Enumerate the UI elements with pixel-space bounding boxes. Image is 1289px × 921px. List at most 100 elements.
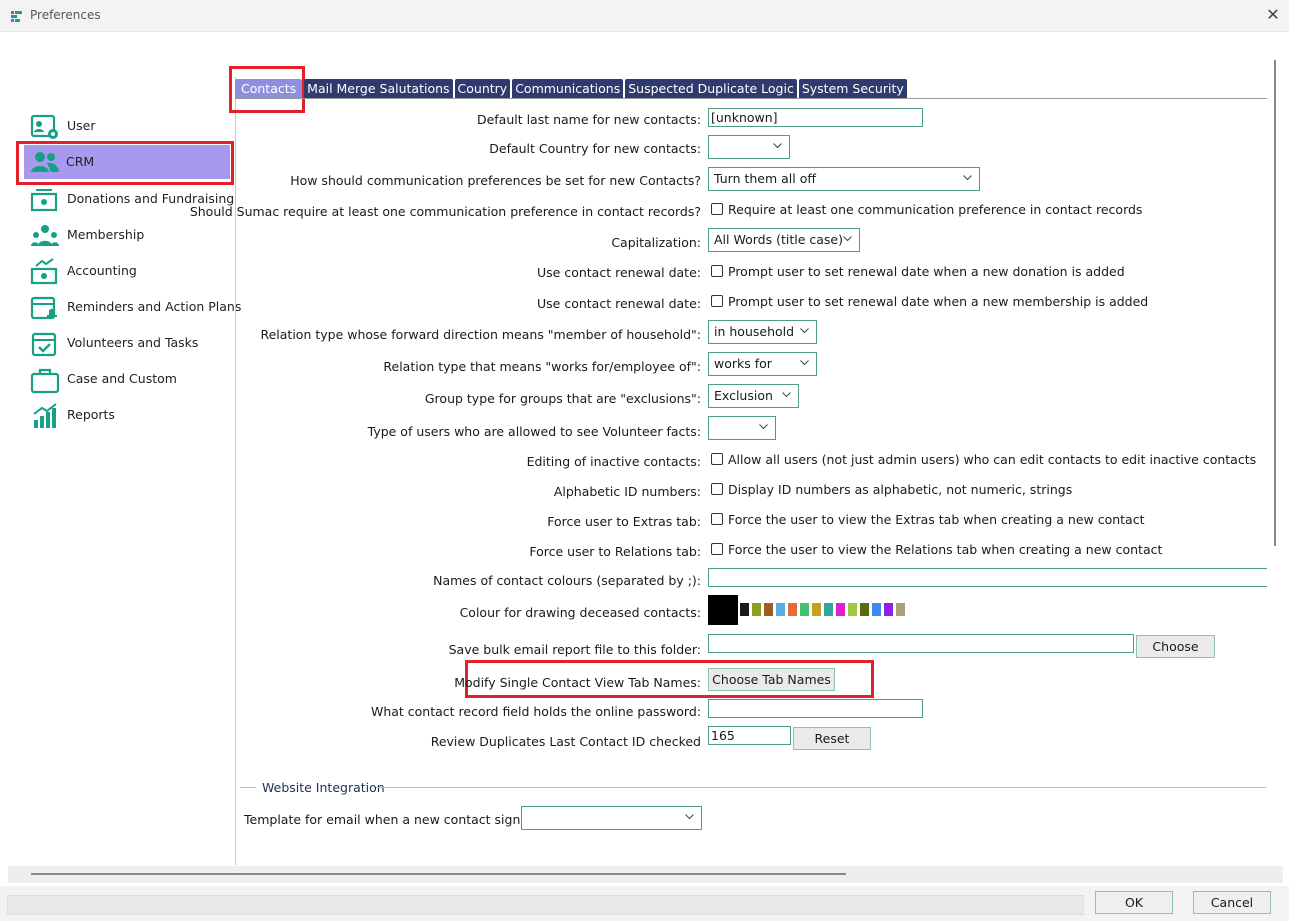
bulk-email-folder-input[interactable]	[708, 634, 1134, 653]
exclusion-group-value: Exclusion	[714, 388, 773, 403]
comm-prefs-select[interactable]: Turn them all off	[708, 167, 980, 191]
choose-folder-button[interactable]: Choose	[1136, 635, 1215, 658]
sidebar-item-reports[interactable]: Reports	[30, 399, 230, 431]
checkbox-box[interactable]	[711, 483, 723, 495]
cancel-button[interactable]: Cancel	[1193, 891, 1271, 914]
tab-suspected-duplicate-logic[interactable]: Suspected Duplicate Logic	[625, 79, 797, 98]
tab-country[interactable]: Country	[454, 79, 511, 98]
renewal-donation-checkbox[interactable]: Prompt user to set renewal date when a n…	[711, 264, 1125, 279]
inactive-editing-label: Editing of inactive contacts:	[526, 454, 701, 469]
colour-swatch[interactable]	[788, 603, 797, 616]
chevron-down-icon	[843, 236, 852, 242]
colour-swatch[interactable]	[776, 603, 785, 616]
deceased-colour-selected-swatch[interactable]	[708, 595, 738, 625]
reminder-icon	[30, 296, 57, 320]
user-card-icon	[30, 114, 58, 139]
sidebar-item-label: Membership	[67, 227, 145, 242]
capitalization-select[interactable]: All Words (title case)	[708, 228, 860, 252]
alpha-ids-checkbox[interactable]: Display ID numbers as alphabetic, not nu…	[711, 482, 1072, 497]
chevron-down-icon	[773, 143, 782, 149]
checkbox-box[interactable]	[711, 265, 723, 277]
colour-swatch[interactable]	[740, 603, 749, 616]
highlight-crm	[16, 141, 234, 185]
checkbox-box[interactable]	[711, 295, 723, 307]
force-extras-checkbox[interactable]: Force the user to view the Extras tab wh…	[711, 512, 1144, 527]
sidebar-item-accounting[interactable]: Accounting	[30, 255, 230, 287]
household-relation-value: in household	[714, 324, 795, 339]
works-for-relation-select[interactable]: works for	[708, 352, 817, 376]
checkbox-box[interactable]	[711, 453, 723, 465]
default-last-name-label: Default last name for new contacts:	[476, 112, 701, 127]
household-relation-select[interactable]: in household	[708, 320, 817, 344]
force-relations-checkbox[interactable]: Force the user to view the Relations tab…	[711, 542, 1162, 557]
tab-strip: Contacts Mail Merge Salutations Country …	[235, 79, 907, 99]
tab-mail-merge-salutations[interactable]: Mail Merge Salutations	[304, 79, 453, 98]
colour-swatch[interactable]	[836, 603, 845, 616]
capitalization-value: All Words (title case)	[714, 232, 843, 247]
comm-prefs-label: How should communication preferences be …	[290, 173, 701, 188]
sidebar-item-label: User	[67, 118, 96, 133]
checkbox-box[interactable]	[711, 203, 723, 215]
tab-communications[interactable]: Communications	[512, 79, 624, 98]
signup-template-label: Template for email when a new contact si…	[244, 812, 547, 827]
inactive-editing-text: Allow all users (not just admin users) w…	[728, 452, 1257, 467]
signup-template-select[interactable]	[521, 806, 702, 830]
calendar-check-icon	[31, 332, 57, 357]
review-duplicates-input[interactable]: 165	[708, 726, 791, 745]
alpha-ids-text: Display ID numbers as alphabetic, not nu…	[728, 482, 1073, 497]
tab-contacts[interactable]: Contacts	[235, 79, 303, 98]
exclusion-group-select[interactable]: Exclusion	[708, 384, 799, 408]
status-field	[7, 895, 1084, 915]
colour-swatch[interactable]	[764, 603, 773, 616]
checkbox-box[interactable]	[711, 543, 723, 555]
default-country-select[interactable]	[708, 135, 790, 159]
renewal-donation-label: Use contact renewal date:	[537, 265, 701, 280]
default-country-label: Default Country for new contacts:	[489, 141, 701, 156]
title-bar: Preferences ✕	[0, 0, 1289, 32]
bulk-email-folder-label: Save bulk email report file to this fold…	[448, 642, 701, 657]
colour-swatch[interactable]	[800, 603, 809, 616]
renewal-donation-text: Prompt user to set renewal date when a n…	[728, 264, 1125, 279]
colour-swatch[interactable]	[872, 603, 881, 616]
sidebar-item-membership[interactable]: Membership	[30, 219, 230, 251]
checkbox-box[interactable]	[711, 513, 723, 525]
reset-button[interactable]: Reset	[793, 727, 871, 750]
colour-swatch[interactable]	[896, 603, 905, 616]
colour-swatch[interactable]	[812, 603, 821, 616]
renewal-membership-checkbox[interactable]: Prompt user to set renewal date when a n…	[711, 294, 1148, 309]
bar-chart-icon	[33, 403, 57, 428]
capitalization-label: Capitalization:	[611, 235, 701, 250]
colour-swatch[interactable]	[752, 603, 761, 616]
colour-swatch[interactable]	[848, 603, 857, 616]
briefcase-icon	[30, 368, 60, 394]
close-window-button[interactable]: ✕	[1262, 4, 1284, 26]
chevron-down-icon	[800, 328, 809, 334]
tab-names-label: Modify Single Contact View Tab Names:	[454, 675, 701, 690]
force-relations-text: Force the user to view the Relations tab…	[728, 542, 1163, 557]
review-duplicates-label: Review Duplicates Last Contact ID checke…	[430, 734, 701, 749]
colour-swatch[interactable]	[884, 603, 893, 616]
colour-swatch[interactable]	[824, 603, 833, 616]
online-password-input[interactable]	[708, 699, 923, 718]
sidebar-item-volunteers[interactable]: Volunteers and Tasks	[30, 327, 230, 359]
chevron-down-icon	[759, 424, 768, 430]
inactive-editing-checkbox[interactable]: Allow all users (not just admin users) w…	[711, 452, 1256, 467]
force-relations-label: Force user to Relations tab:	[529, 544, 701, 559]
horizontal-scroll-thumb[interactable]	[31, 873, 846, 875]
online-password-label: What contact record field holds the onli…	[370, 704, 701, 719]
sidebar-item-case-custom[interactable]: Case and Custom	[30, 363, 230, 395]
contact-colours-input[interactable]	[708, 568, 1268, 587]
sidebar-divider	[235, 77, 236, 865]
default-last-name-input[interactable]: [unknown]	[708, 108, 923, 127]
sidebar-item-user[interactable]: User	[30, 110, 230, 142]
renewal-membership-label: Use contact renewal date:	[537, 296, 701, 311]
contact-colours-label: Names of contact colours (separated by ;…	[433, 573, 701, 588]
colour-swatch[interactable]	[860, 603, 869, 616]
ok-button[interactable]: OK	[1095, 891, 1173, 914]
sidebar-item-reminders[interactable]: Reminders and Action Plans	[30, 291, 241, 323]
choose-tab-names-button[interactable]: Choose Tab Names	[708, 668, 835, 691]
tab-system-security[interactable]: System Security	[798, 79, 907, 98]
require-comm-checkbox[interactable]: Require at least one communication prefe…	[711, 202, 1142, 217]
vertical-scroll-thumb[interactable]	[1274, 60, 1276, 546]
volunteer-users-select[interactable]	[708, 416, 776, 440]
